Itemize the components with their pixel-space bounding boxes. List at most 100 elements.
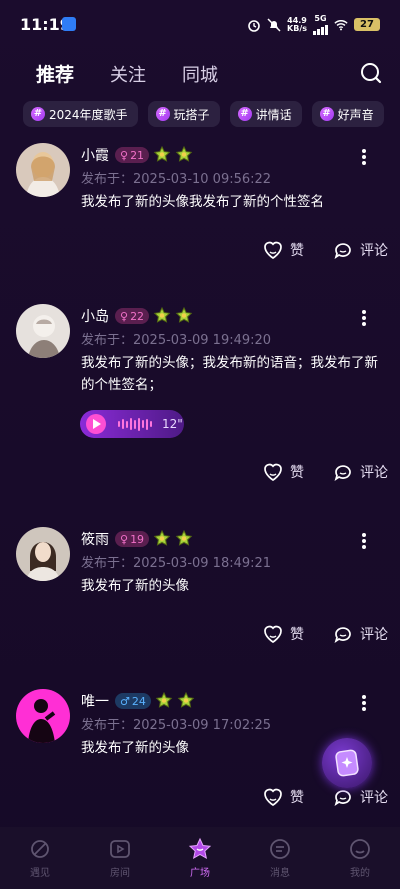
post-text: 我发布了新的头像 bbox=[81, 578, 189, 594]
topic-chips: #2024年度歌手 # 玩搭子 # 讲情话 # 好声音 bbox=[23, 101, 400, 127]
nav-item-square[interactable]: 广场 bbox=[160, 827, 240, 889]
heart-icon[interactable] bbox=[262, 623, 284, 645]
age-value: 24 bbox=[131, 694, 146, 708]
post-text: 我发布了新的头像；我发布新的语音；我发布了新的个性签名； bbox=[81, 355, 378, 393]
search-icon[interactable] bbox=[360, 62, 382, 84]
like-label[interactable]: 赞 bbox=[290, 462, 304, 482]
topic-chip[interactable]: # 玩搭子 bbox=[147, 101, 220, 127]
female-icon: ♀ bbox=[120, 148, 129, 162]
comment-icon[interactable] bbox=[332, 786, 354, 808]
hashtag-icon: # bbox=[237, 107, 252, 121]
more-icon[interactable] bbox=[362, 695, 366, 711]
waveform-icon bbox=[118, 417, 152, 431]
nav-label: 遇见 bbox=[30, 868, 50, 879]
like-label[interactable]: 赞 bbox=[290, 787, 304, 807]
user-name[interactable]: 小岛 bbox=[81, 306, 109, 326]
user-name[interactable]: 唯一 bbox=[81, 691, 109, 711]
age-value: 19 bbox=[130, 532, 145, 546]
medal-icon bbox=[153, 530, 171, 546]
post-actions: 赞 评论 bbox=[262, 461, 388, 483]
nav-item-room[interactable]: 房间 bbox=[80, 827, 160, 889]
network-type: 5G bbox=[314, 14, 327, 23]
heart-icon[interactable] bbox=[262, 786, 284, 808]
status-bar: 11:19 44.9 KB/s 5G 27 bbox=[0, 0, 400, 48]
comment-icon[interactable] bbox=[332, 623, 354, 645]
post-actions: 赞 评论 bbox=[262, 239, 388, 261]
heart-icon[interactable] bbox=[262, 239, 284, 261]
nav-label: 广场 bbox=[190, 868, 210, 879]
play-icon[interactable] bbox=[86, 414, 106, 434]
post-time: 发布于：2025-03-09 17:02:25 bbox=[81, 718, 272, 733]
age-badge: ♀ 19 bbox=[115, 531, 150, 547]
age-value: 21 bbox=[130, 148, 145, 162]
create-post-button[interactable] bbox=[322, 738, 372, 788]
tab-nearby[interactable]: 同城 bbox=[182, 61, 218, 87]
medal-icon bbox=[153, 146, 171, 162]
app-notification-icon bbox=[62, 17, 76, 31]
more-icon[interactable] bbox=[362, 310, 366, 326]
topic-chip[interactable]: # 讲情话 bbox=[229, 101, 302, 127]
net-speed: 44.9 KB/s bbox=[287, 16, 307, 33]
nav-label: 房间 bbox=[110, 868, 130, 879]
comment-label[interactable]: 评论 bbox=[360, 240, 388, 260]
age-badge: ♀ 22 bbox=[115, 308, 150, 324]
more-icon[interactable] bbox=[362, 533, 366, 549]
topic-label: 好声音 bbox=[337, 107, 374, 122]
comment-icon[interactable] bbox=[332, 461, 354, 483]
nav-item-messages[interactable]: 消息 bbox=[240, 827, 320, 889]
hashtag-icon: # bbox=[155, 107, 170, 121]
topic-chip[interactable]: #2024年度歌手 bbox=[23, 101, 138, 127]
avatar[interactable] bbox=[16, 527, 70, 581]
avatar[interactable] bbox=[16, 143, 70, 197]
topic-label: 玩搭子 bbox=[173, 107, 210, 122]
sparkle-card-icon bbox=[335, 749, 359, 777]
age-badge: ♂ 24 bbox=[115, 693, 151, 709]
avatar[interactable] bbox=[16, 689, 70, 743]
post-text: 我发布了新的头像我发布了新的个性签名 bbox=[81, 194, 324, 210]
comment-label[interactable]: 评论 bbox=[360, 462, 388, 482]
message-icon bbox=[270, 839, 290, 859]
net-speed-unit: KB/s bbox=[287, 23, 307, 33]
battery-indicator: 27 bbox=[354, 18, 380, 31]
smile-icon bbox=[350, 839, 370, 859]
post-actions: 赞 评论 bbox=[262, 786, 388, 808]
play-icon bbox=[110, 840, 130, 858]
medal-icon bbox=[175, 307, 193, 323]
comment-icon[interactable] bbox=[332, 239, 354, 261]
topic-chip[interactable]: # 好声音 bbox=[311, 101, 384, 127]
nav-label: 消息 bbox=[270, 868, 290, 879]
post-time: 发布于：2025-03-09 18:49:21 bbox=[81, 556, 272, 571]
like-label[interactable]: 赞 bbox=[290, 240, 304, 260]
comment-label[interactable]: 评论 bbox=[360, 624, 388, 644]
female-icon: ♀ bbox=[120, 309, 129, 323]
nav-item-meet[interactable]: 遇见 bbox=[0, 827, 80, 889]
avatar[interactable] bbox=[16, 304, 70, 358]
planet-icon bbox=[31, 840, 49, 858]
nav-item-me[interactable]: 我的 bbox=[320, 827, 400, 889]
hashtag-icon: # bbox=[31, 107, 45, 121]
more-icon[interactable] bbox=[362, 149, 366, 165]
user-name[interactable]: 筱雨 bbox=[81, 529, 109, 549]
medal-icon bbox=[175, 530, 193, 546]
signal-icon bbox=[313, 23, 328, 35]
like-label[interactable]: 赞 bbox=[290, 624, 304, 644]
post-time: 发布于：2025-03-10 09:56:22 bbox=[81, 172, 272, 187]
age-value: 22 bbox=[130, 309, 145, 323]
medal-icon bbox=[177, 692, 195, 708]
mute-icon bbox=[267, 17, 281, 32]
tab-recommend[interactable]: 推荐 bbox=[36, 60, 74, 87]
hashtag-icon: # bbox=[319, 107, 334, 121]
tab-following[interactable]: 关注 bbox=[110, 61, 146, 87]
voice-message[interactable]: 12" bbox=[80, 410, 184, 438]
user-name[interactable]: 小霞 bbox=[81, 145, 109, 165]
male-icon: ♂ bbox=[120, 694, 130, 708]
medal-icon bbox=[155, 692, 173, 708]
topic-label: 2024年度歌手 bbox=[49, 107, 128, 122]
topic-label: 讲情话 bbox=[255, 107, 292, 122]
heart-icon[interactable] bbox=[262, 461, 284, 483]
bottom-nav: 遇见 房间 广场 消息 我的 bbox=[0, 827, 400, 889]
female-icon: ♀ bbox=[120, 532, 129, 546]
age-badge: ♀ 21 bbox=[115, 147, 150, 163]
comment-label[interactable]: 评论 bbox=[360, 787, 388, 807]
wifi-icon bbox=[334, 19, 348, 30]
